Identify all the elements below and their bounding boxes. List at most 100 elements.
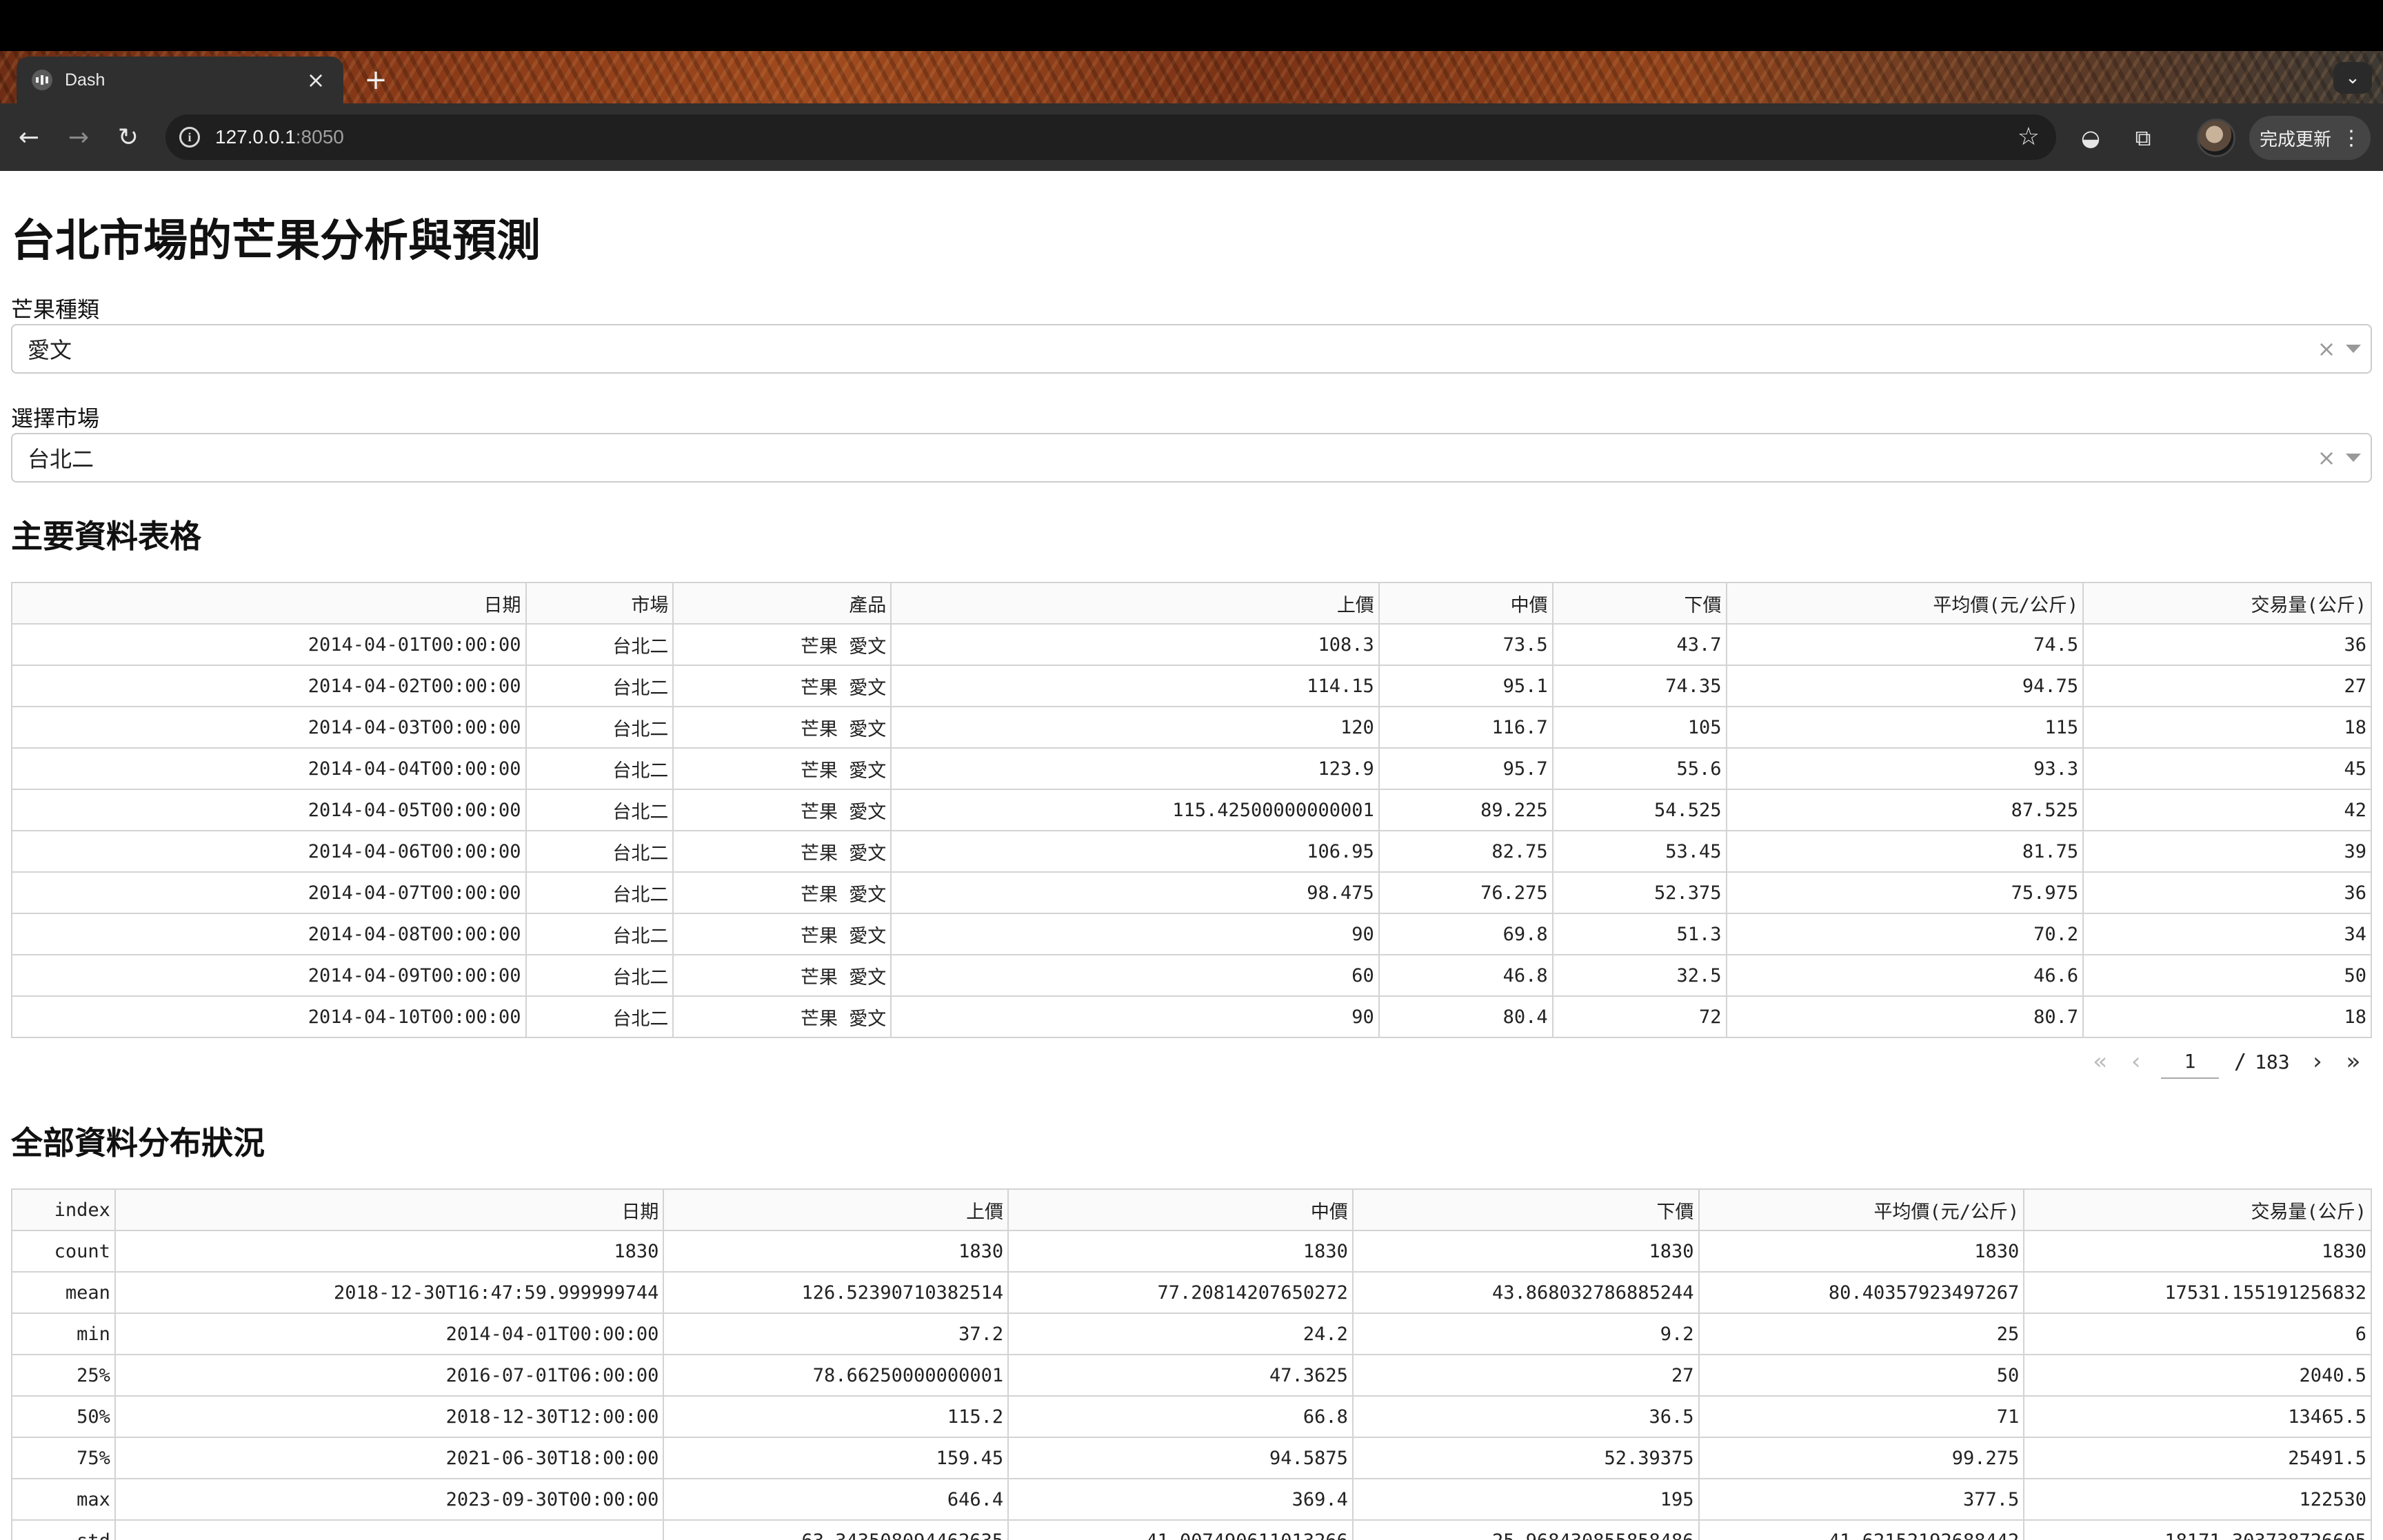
table-cell[interactable]: 52.39375 [1351,1437,1700,1479]
table-cell[interactable]: 115.2 [663,1395,1009,1438]
table-cell[interactable]: 51.3 [1551,913,1727,955]
more-menu-icon[interactable]: ⋮ [2341,126,2362,150]
update-button[interactable]: 完成更新 ⋮ [2249,116,2371,160]
table-cell[interactable]: 76.275 [1378,871,1554,914]
table-cell[interactable]: 82.75 [1378,830,1554,873]
table-cell[interactable]: 25% [11,1354,116,1397]
table-cell[interactable]: 80.7 [1725,995,2084,1038]
table-cell[interactable]: 98.475 [890,871,1380,914]
table-cell[interactable]: 25 [1698,1313,2025,1355]
table-cell[interactable]: 89.225 [1378,789,1554,831]
table-cell[interactable]: 2018-12-30T16:47:59.999999744 [114,1271,665,1314]
table-cell[interactable]: 47.3625 [1007,1354,1354,1397]
table-cell[interactable]: 46.6 [1725,954,2084,997]
table-cell[interactable]: 1830 [2023,1230,2372,1273]
table-cell[interactable]: 2016-07-01T06:00:00 [114,1354,665,1397]
bookmark-star-icon[interactable]: ☆ [2018,121,2040,153]
table-cell[interactable]: 台北二 [525,789,674,831]
table-cell[interactable]: 72 [1551,995,1727,1038]
table-cell[interactable]: 2018-12-30T12:00:00 [114,1395,665,1438]
address-bar[interactable]: i 127.0.0.1:8050 ☆ [165,114,2056,160]
table-cell[interactable]: 芒果 愛文 [672,706,892,749]
table-cell[interactable]: 2014-04-01T00:00:00 [11,623,527,666]
table-cell[interactable]: 60 [890,954,1380,997]
table-cell[interactable]: 50 [2082,954,2372,997]
table-cell[interactable]: 2014-04-06T00:00:00 [11,830,527,873]
table-cell[interactable]: 369.4 [1007,1478,1354,1521]
table-cell[interactable]: count [11,1230,116,1273]
table-cell[interactable]: 台北二 [525,954,674,997]
table-cell[interactable]: 芒果 愛文 [672,830,892,873]
extensions-puzzle-icon[interactable]: ⧉ [2124,119,2162,157]
table-cell[interactable]: 77.20814207650272 [1007,1271,1354,1314]
table-cell[interactable]: 芒果 愛文 [672,871,892,914]
incognito-icon[interactable]: ◒ [2071,119,2110,157]
previous-page-icon[interactable]: ‹ [2118,1044,2154,1079]
table-cell[interactable]: 94.75 [1725,665,2084,707]
table-cell[interactable]: 50 [1698,1354,2025,1397]
table-cell[interactable]: 41.62152192688442 [1698,1519,2025,1540]
table-cell[interactable]: 2023-09-30T00:00:00 [114,1478,665,1521]
table-cell[interactable]: 台北二 [525,623,674,666]
table-cell[interactable]: 94.5875 [1007,1437,1354,1479]
table-cell[interactable]: 台北二 [525,913,674,955]
table-cell[interactable]: 80.40357923497267 [1698,1271,2025,1314]
table-cell[interactable]: 24.2 [1007,1313,1354,1355]
table-cell[interactable]: 芒果 愛文 [672,747,892,790]
table-cell[interactable]: 2014-04-10T00:00:00 [11,995,527,1038]
table-cell[interactable]: 台北二 [525,747,674,790]
table-cell[interactable]: 27 [2082,665,2372,707]
table-cell[interactable]: 43.7 [1551,623,1727,666]
table-cell[interactable]: 2014-04-02T00:00:00 [11,665,527,707]
table-cell[interactable]: 2040.5 [2023,1354,2372,1397]
caret-down-icon[interactable] [2346,345,2361,353]
table-cell[interactable]: 台北二 [525,706,674,749]
table-cell[interactable]: 93.3 [1725,747,2084,790]
table-cell[interactable]: 195 [1351,1478,1700,1521]
table-cell[interactable]: 18 [2082,706,2372,749]
table-cell[interactable]: 87.525 [1725,789,2084,831]
table-cell[interactable]: 芒果 愛文 [672,913,892,955]
table-cell[interactable]: 台北二 [525,830,674,873]
first-page-icon[interactable]: « [2082,1044,2118,1079]
table-cell[interactable]: 123.9 [890,747,1380,790]
table-cell[interactable]: 75% [11,1437,116,1479]
table-cell[interactable]: 台北二 [525,871,674,914]
table-cell[interactable]: 2014-04-09T00:00:00 [11,954,527,997]
table-cell[interactable]: 43.868032786885244 [1351,1271,1700,1314]
site-info-icon[interactable]: i [179,127,200,148]
table-cell[interactable]: 114.15 [890,665,1380,707]
mango-type-dropdown[interactable]: 愛文 × [11,324,2372,374]
table-cell[interactable]: 70.2 [1725,913,2084,955]
table-cell[interactable]: 377.5 [1698,1478,2025,1521]
table-cell[interactable]: 27 [1351,1354,1700,1397]
table-cell[interactable]: 74.35 [1551,665,1727,707]
table-cell[interactable]: 芒果 愛文 [672,665,892,707]
table-cell[interactable]: 108.3 [890,623,1380,666]
table-cell[interactable]: 105 [1551,706,1727,749]
table-cell[interactable]: 32.5 [1551,954,1727,997]
table-cell[interactable]: 90 [890,913,1380,955]
table-cell[interactable]: 66.8 [1007,1395,1354,1438]
table-cell[interactable]: 80.4 [1378,995,1554,1038]
table-cell[interactable]: 25491.5 [2023,1437,2372,1479]
table-cell[interactable]: 115 [1725,706,2084,749]
table-cell[interactable]: 45 [2082,747,2372,790]
last-page-icon[interactable]: » [2335,1044,2371,1079]
table-cell[interactable]: 90 [890,995,1380,1038]
table-cell[interactable]: 122530 [2023,1478,2372,1521]
table-cell[interactable]: 36.5 [1351,1395,1700,1438]
table-cell[interactable]: 1830 [1698,1230,2025,1273]
table-cell[interactable] [114,1519,665,1540]
table-cell[interactable]: 9.2 [1351,1313,1700,1355]
page-number-input[interactable]: 1 [2161,1044,2219,1079]
table-cell[interactable]: 17531.155191256832 [2023,1271,2372,1314]
table-cell[interactable]: 53.45 [1551,830,1727,873]
table-cell[interactable]: 69.8 [1378,913,1554,955]
table-cell[interactable]: 36 [2082,871,2372,914]
table-cell[interactable]: 34 [2082,913,2372,955]
table-cell[interactable]: 50% [11,1395,116,1438]
table-cell[interactable]: 116.7 [1378,706,1554,749]
table-cell[interactable]: 25.968430855858486 [1351,1519,1700,1540]
table-cell[interactable]: 74.5 [1725,623,2084,666]
